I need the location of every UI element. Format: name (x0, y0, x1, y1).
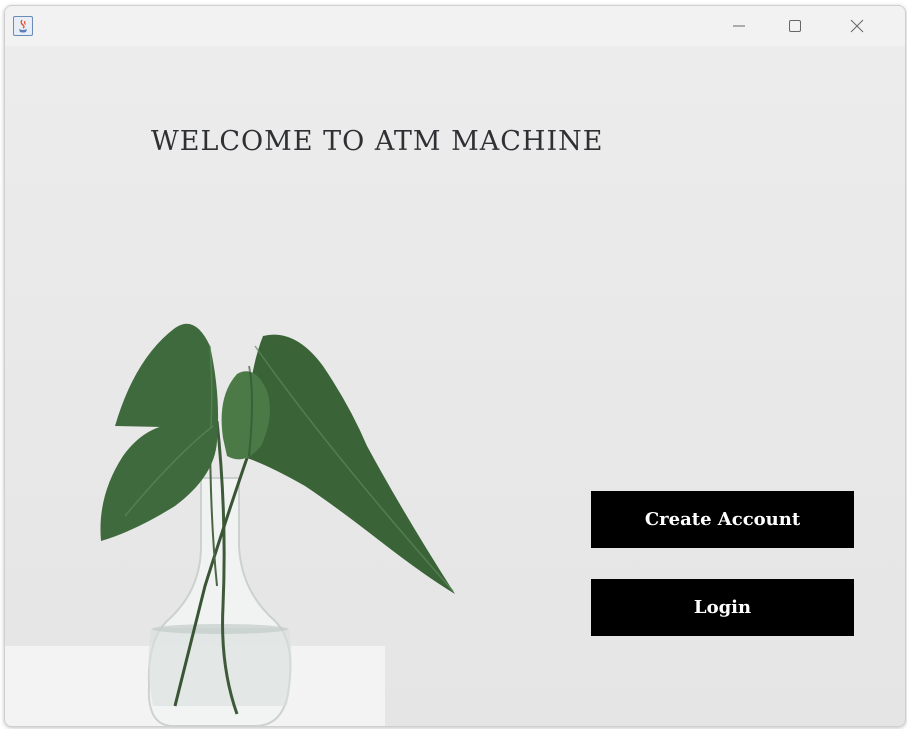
minimize-icon (733, 25, 745, 27)
close-button[interactable] (829, 6, 885, 46)
minimize-button[interactable] (711, 6, 767, 46)
java-app-icon (13, 16, 33, 36)
main-panel: WELCOME TO ATM MACHINE Create Account Lo… (5, 46, 905, 726)
maximize-button[interactable] (767, 6, 823, 46)
app-window: WELCOME TO ATM MACHINE Create Account Lo… (4, 5, 906, 727)
title-bar[interactable] (5, 6, 905, 46)
close-icon (850, 19, 864, 33)
create-account-button[interactable]: Create Account (591, 491, 854, 548)
maximize-icon (789, 20, 801, 32)
login-button[interactable]: Login (591, 579, 854, 636)
welcome-heading: WELCOME TO ATM MACHINE (151, 126, 604, 157)
